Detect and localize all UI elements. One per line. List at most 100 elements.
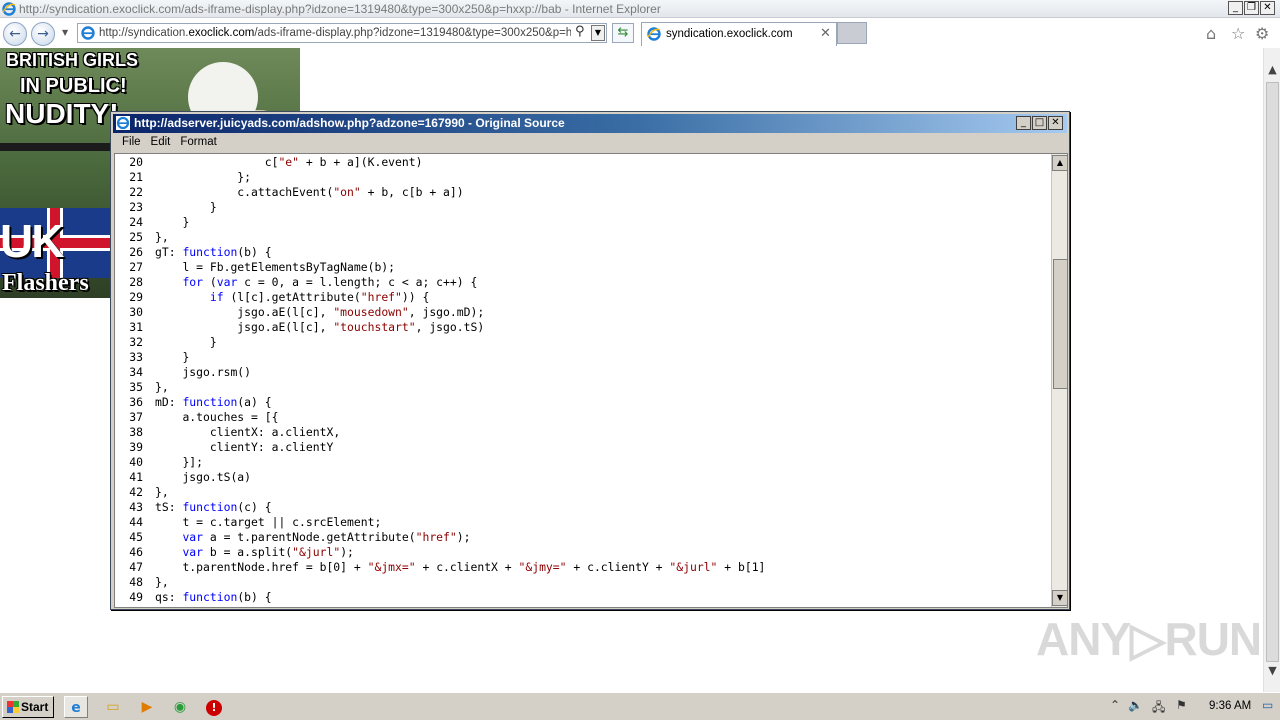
source-scrollbar-thumb[interactable] [1053,259,1067,389]
source-title-bar: http://adserver.juicyads.com/adshow.php?… [113,114,1067,133]
code-line: }, [155,485,169,499]
home-icon[interactable]: ⌂ [1206,24,1216,43]
code-token: }; [237,170,252,184]
code-token: a.touches = [{ [182,410,279,424]
code-text-area[interactable]: c["e" + b + a](K.event) }; c.attachEvent… [149,154,1051,607]
source-scroll-up-icon[interactable]: ▲ [1052,155,1067,171]
back-button[interactable]: ← [3,22,27,46]
tab-exoclick[interactable]: syndication.exoclick.com ✕ [641,22,837,46]
restore-button[interactable]: ❐ [1244,1,1259,15]
source-window-title: http://adserver.juicyads.com/adshow.php?… [134,116,565,130]
address-dropdown-button[interactable]: ▼ [591,25,605,41]
code-line: }, [155,575,169,589]
code-token: b = a.split( [203,545,293,559]
close-button[interactable]: ✕ [1260,1,1275,15]
address-host: http://syndication. [99,27,189,39]
line-number: 44 [129,515,143,529]
code-line: } [155,215,189,229]
line-number: 46 [129,545,143,559]
code-line: }, [155,380,169,394]
code-token: "&jurl" [669,560,718,574]
address-input[interactable]: http://syndication.exoclick.com/ads-ifra… [99,27,571,39]
code-line: gT: function(b) { [155,245,272,259]
tab-close-icon[interactable]: ✕ [820,26,831,41]
tools-gear-icon[interactable]: ⚙ [1255,24,1269,43]
code-token: (a) { [237,395,272,409]
line-number: 41 [129,470,143,484]
line-number: 38 [129,425,143,439]
line-number-gutter: 20 21 22 23 24 25 26 27 28 29 30 31 32 33 34 35 36 37 38 39… [115,154,149,607]
code-token: , jsgo.tS) [415,320,485,334]
code-token: var [216,275,238,289]
source-close-button[interactable]: ✕ [1048,116,1063,130]
start-button[interactable]: Start [2,696,54,718]
code-token: tS: [155,500,183,514]
menu-format[interactable]: Format [176,133,222,153]
code-token: "touchstart" [333,320,416,334]
line-number: 23 [129,200,143,214]
code-token: + c.clientX + [415,560,519,574]
search-icon[interactable]: ⚲ [575,24,585,39]
code-token: jsgo.aE(l[c], [237,320,334,334]
favorites-icon[interactable]: ☆ [1231,24,1245,43]
forward-button[interactable]: → [31,22,55,46]
code-token: c.attachEvent( [237,185,334,199]
line-number: 34 [129,365,143,379]
tray-chevron-icon[interactable]: ⌃ [1110,698,1120,712]
volume-icon[interactable]: 🔈 [1128,698,1143,712]
code-token: clientY: a.clientY [209,440,334,454]
code-line: c.attachEvent("on" + b, c[b + a]) [155,185,463,199]
code-token: (l[c].getAttribute( [223,290,361,304]
clock[interactable]: 9:36 AM [1209,700,1251,712]
code-token: ); [340,545,354,559]
source-scroll-down-icon[interactable]: ▼ [1052,590,1067,606]
source-minimize-button[interactable]: _ [1016,116,1031,130]
code-token: "mousedown" [333,305,409,319]
action-center-flag-icon[interactable]: ⚑ [1176,698,1187,712]
code-line: } [155,335,217,349]
code-line: var a = t.parentNode.getAttribute("href"… [155,530,470,544]
taskbar-alert-icon[interactable]: ! [202,696,226,718]
source-maximize-button[interactable]: □ [1032,116,1047,130]
code-token: if [209,290,224,304]
code-token: } [182,350,190,364]
new-tab-button[interactable] [837,22,867,44]
line-number: 43 [129,500,143,514]
minimize-button[interactable]: _ [1228,1,1243,15]
line-number: 37 [129,410,143,424]
code-line: jsgo.rsm() [155,365,251,379]
code-line: var b = a.split("&jurl"); [155,545,354,559]
taskbar-media-player-icon[interactable]: ▶ [135,696,159,718]
menu-file[interactable]: File [118,133,147,153]
code-token: (c) { [237,500,272,514]
code-token: "href" [360,290,402,304]
code-token: "&jurl" [292,545,341,559]
code-token: "&jmy=" [518,560,567,574]
scroll-down-icon[interactable]: ▼ [1264,662,1280,679]
show-desktop-icon[interactable]: ▭ [1262,698,1273,712]
taskbar-chrome-icon[interactable]: ◉ [168,696,192,718]
refresh-button[interactable]: ⇆ [612,23,634,43]
line-number: 45 [129,530,143,544]
line-number: 26 [129,245,143,259]
window-controls: _ ❐ ✕ [1228,1,1275,15]
page-scrollbar[interactable]: ▲ ▼ [1263,48,1280,692]
code-token: clientX: a.clientX, [209,425,341,439]
code-line: if (l[c].getAttribute("href")) { [155,290,429,304]
code-token: a = t.parentNode.getAttribute( [203,530,416,544]
code-token: + c.clientY + [566,560,670,574]
taskbar-explorer-icon[interactable]: ▭ [101,696,125,718]
code-token: }, [155,485,169,499]
scrollbar-thumb[interactable] [1266,82,1279,662]
network-icon[interactable]: 🖧 [1152,698,1165,719]
source-code-editor[interactable]: 20 21 22 23 24 25 26 27 28 29 30 31 32 33 34 35 36 37 38 39… [114,153,1068,608]
address-bar[interactable]: http://syndication.exoclick.com/ads-ifra… [77,23,607,43]
source-scrollbar[interactable]: ▲ ▼ [1051,154,1067,607]
scroll-up-icon[interactable]: ▲ [1264,61,1280,78]
recent-pages-dropdown[interactable]: ▼ [62,28,68,37]
code-token: function [182,590,238,604]
ie-title-bar: http://syndication.exoclick.com/ads-ifra… [0,0,1280,18]
taskbar-ie-icon[interactable]: e [64,696,88,718]
code-token: var [182,545,204,559]
menu-edit[interactable]: Edit [147,133,177,153]
